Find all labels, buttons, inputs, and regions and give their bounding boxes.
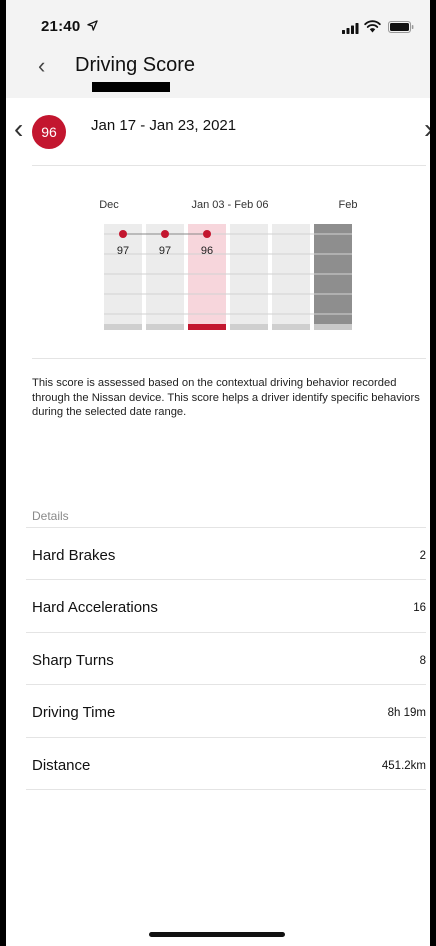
chart-column-bar: [272, 324, 310, 330]
detail-value: 16: [413, 602, 426, 614]
next-week-button[interactable]: ›: [424, 114, 430, 144]
redacted-block: [92, 82, 170, 92]
previous-week-button[interactable]: ‹: [14, 114, 23, 144]
battery-icon: [388, 21, 414, 33]
chart-value-label: 97: [117, 245, 129, 257]
detail-row-distance: Distance 451.2km: [26, 737, 426, 790]
chart-value-label: 96: [201, 245, 213, 257]
weekly-score-chart: Dec Jan 03 - Feb 06 Feb 97 97 96: [99, 199, 357, 330]
detail-label: Hard Accelerations: [32, 599, 158, 616]
detail-label: Distance: [32, 757, 91, 774]
status-bar: 21:40: [6, 0, 430, 44]
detail-label: Sharp Turns: [32, 652, 114, 669]
back-button[interactable]: ‹: [38, 54, 45, 78]
divider: [32, 165, 426, 166]
chart-value-label: 97: [159, 245, 171, 257]
phone-screen: 21:40 ‹ Driving Score ‹ 96 Jan 17 - Jan …: [6, 0, 430, 946]
chart-month-labels: Dec Jan 03 - Feb 06 Feb: [99, 199, 357, 211]
chart-month-label: Jan 03 - Feb 06: [191, 199, 268, 211]
detail-value: 2: [419, 550, 426, 562]
nav-header: ‹ Driving Score: [6, 44, 430, 98]
chart-column-bar: [230, 324, 268, 330]
chart-column-bar: [146, 324, 184, 330]
divider: [32, 358, 426, 359]
chart-month-label: Dec: [99, 199, 119, 211]
location-arrow-icon: [87, 20, 98, 31]
week-selector: ‹ 96 Jan 17 - Jan 23, 2021 ›: [6, 98, 430, 166]
home-indicator[interactable]: [149, 932, 285, 937]
chart-column-bar: [314, 324, 352, 330]
date-range: Jan 17 - Jan 23, 2021: [91, 117, 237, 134]
detail-label: Driving Time: [32, 704, 116, 721]
score-badge: 96: [32, 115, 66, 149]
detail-value: 8: [419, 655, 426, 667]
chart-column-bar: [104, 324, 142, 330]
status-time: 21:40: [41, 18, 81, 35]
detail-row-hard-brakes: Hard Brakes 2: [26, 527, 426, 580]
wifi-icon: [364, 20, 381, 33]
detail-row-driving-time: Driving Time 8h 19m: [26, 684, 426, 737]
chart-column-bar: [188, 324, 226, 330]
detail-row-hard-accelerations: Hard Accelerations 16: [26, 579, 426, 632]
chart-point: [203, 230, 211, 238]
chart-month-label: Feb: [339, 199, 358, 211]
chart-point: [161, 230, 169, 238]
detail-value: 8h 19m: [387, 707, 426, 719]
score-value: 96: [41, 124, 57, 140]
chart-point: [119, 230, 127, 238]
detail-value: 451.2km: [381, 760, 426, 772]
score-description: This score is assessed based on the cont…: [32, 377, 420, 418]
cellular-signal-icon: [342, 23, 359, 34]
details-section-label: Details: [32, 509, 69, 523]
page-title: Driving Score: [75, 54, 196, 76]
detail-row-sharp-turns: Sharp Turns 8: [26, 632, 426, 685]
divider: [26, 789, 426, 790]
detail-label: Hard Brakes: [32, 547, 116, 564]
